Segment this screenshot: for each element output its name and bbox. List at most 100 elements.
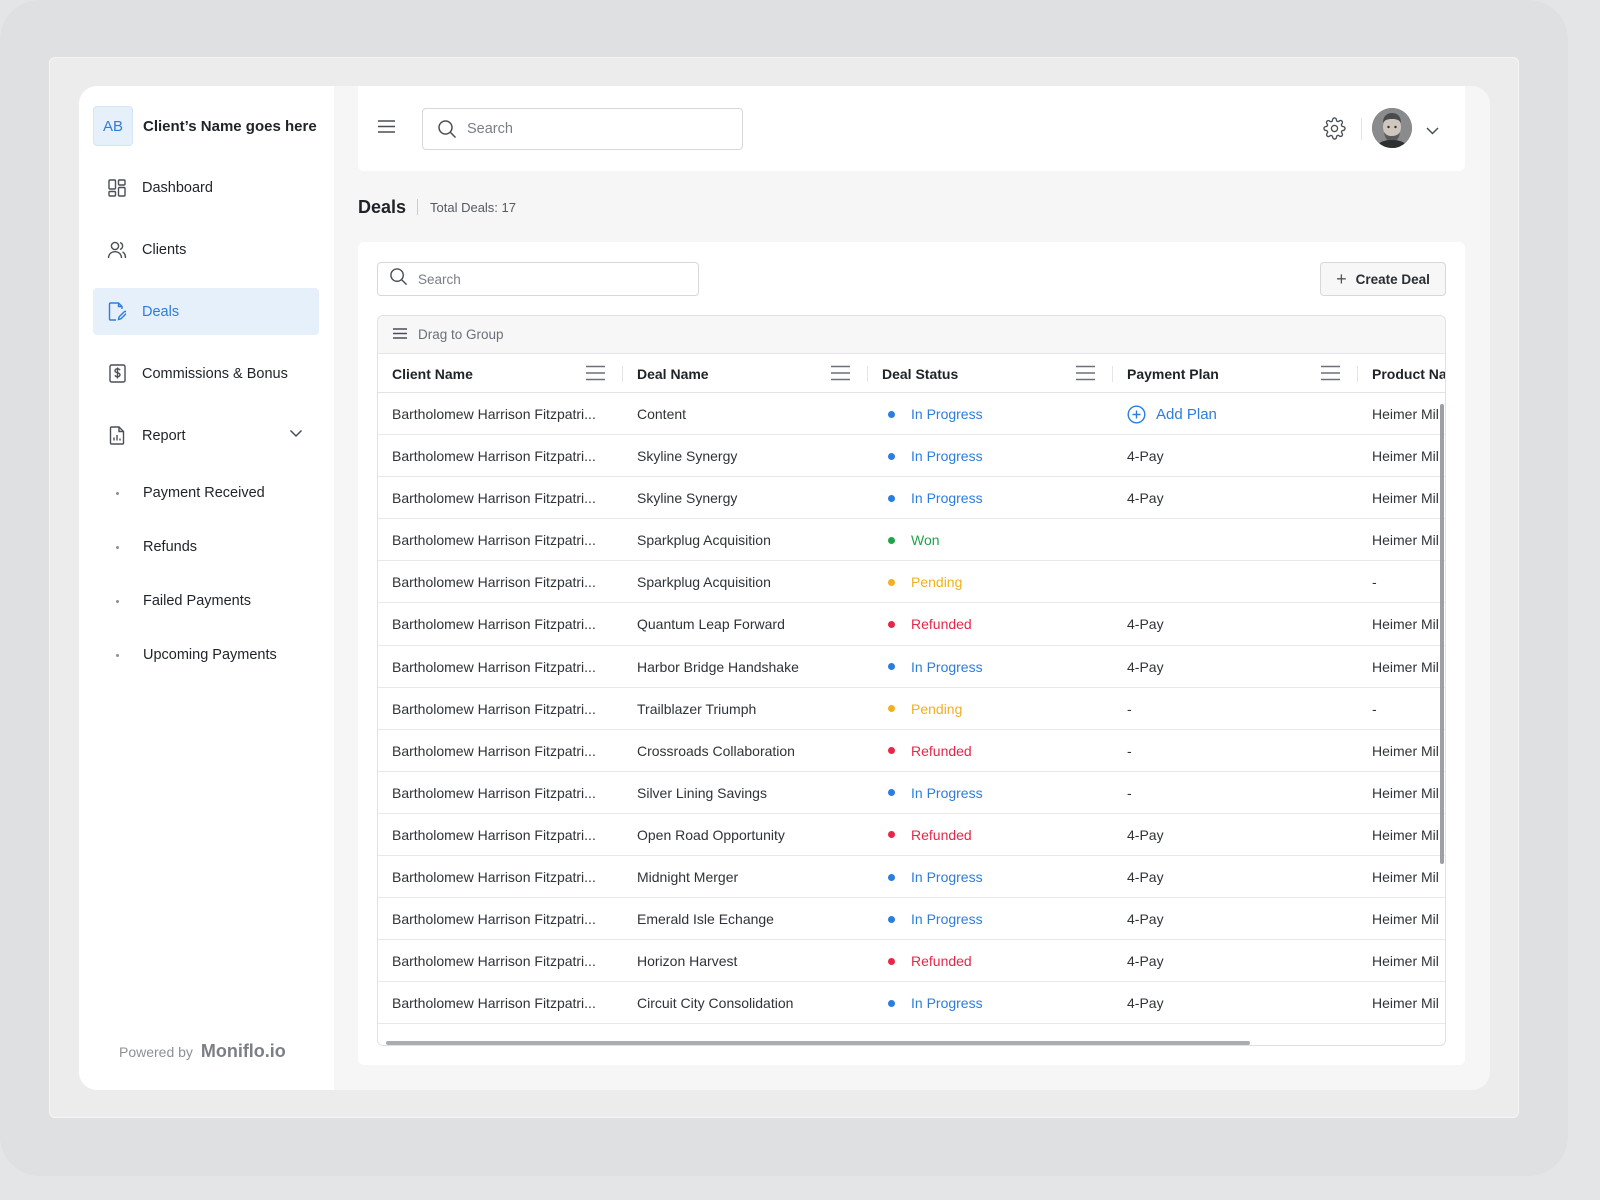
cell-deal-name: Trailblazer Triumph [637,700,757,717]
table-search[interactable] [377,262,699,296]
table-row[interactable]: Bartholomew Harrison Fitzpatri... Midnigh… [378,856,1445,899]
sidebar-subitem-upcoming-payments[interactable]: Upcoming Payments [93,640,319,670]
user-avatar[interactable] [1372,108,1412,148]
table-row[interactable]: Bartholomew Harrison Fitzpatri... Skyline… [378,477,1445,520]
table-row[interactable]: Bartholomew Harrison Fitzpatri... Harbor … [378,646,1445,688]
cell-client-name: Bartholomew Harrison Fitzpatri... [392,995,596,1012]
table-row[interactable]: Bartholomew Harrison Fitzpatri... Emerald… [378,898,1445,941]
cell-product-name: Heimer Mil [1372,826,1439,843]
column-menu-icon[interactable] [1321,365,1340,386]
divider [1361,118,1362,140]
cell-payment-plan: 4-Pay [1127,911,1164,928]
cell-deal-status: Won [882,519,1112,561]
table-row[interactable]: Bartholomew Harrison Fitzpatri... Silver … [378,772,1445,814]
sidebar-item-label: Dashboard [142,179,213,196]
column-header-client-name[interactable]: Client Name [392,354,473,393]
sidebar-subitem-payment-received[interactable]: Payment Received [93,478,319,508]
sidebar-subitem-label: Failed Payments [143,593,251,609]
sidebar-item-report[interactable]: Report [93,412,319,459]
create-deal-button[interactable]: + Create Deal [1320,262,1446,296]
sidebar-item-dashboard[interactable]: Dashboard [93,164,319,211]
column-header-deal-status[interactable]: Deal Status [882,354,958,393]
vertical-scrollbar[interactable] [1440,404,1444,864]
status-label: In Progress [911,490,983,507]
cell-deal-status: In Progress [882,393,1112,435]
status-label: In Progress [911,869,983,886]
cell-deal-status: In Progress [882,772,1112,814]
column-divider[interactable] [867,366,868,382]
report-icon [107,426,127,446]
global-search[interactable] [422,108,743,150]
table-row[interactable]: Bartholomew Harrison Fitzpatri... Sparkpl… [378,561,1445,604]
sidebar-item-label: Report [142,427,186,444]
client-brand[interactable]: AB Client’s Name goes here [93,106,321,146]
column-header-payment-plan[interactable]: Payment Plan [1127,354,1219,393]
table-row[interactable]: Bartholomew Harrison Fitzpatri... Circuit… [378,982,1445,1025]
cell-client-name: Bartholomew Harrison Fitzpatri... [392,532,596,549]
horizontal-scrollbar[interactable] [386,1041,1250,1045]
app-window: AB Client’s Name goes here Dashboard Cli… [79,86,1490,1090]
gear-icon[interactable] [1323,117,1346,145]
search-icon [389,267,408,291]
column-menu-icon[interactable] [831,365,850,386]
divider [417,199,418,215]
status-label: Pending [911,700,963,717]
cell-deal-name: Crossroads Collaboration [637,742,795,759]
table-row[interactable]: Bartholomew Harrison Fitzpatri... Skyline… [378,435,1445,478]
global-search-input[interactable] [467,121,707,137]
column-header-deal-name[interactable]: Deal Name [637,354,709,393]
sidebar-item-commissions[interactable]: Commissions & Bonus [93,350,319,397]
table-search-input[interactable] [418,271,658,287]
cell-payment-plan: 4-Pay [1127,869,1164,886]
table-row[interactable]: Bartholomew Harrison Fitzpatri... Horizon… [378,940,1445,983]
add-plan-button[interactable]: Add Plan [1127,404,1217,424]
sidebar-subitem-refunds[interactable]: Refunds [93,532,319,562]
cell-product-name: Heimer Mil [1372,448,1439,465]
cell-product-name: - [1372,700,1377,717]
column-divider[interactable] [1357,366,1358,382]
status-dot-icon [888,410,895,418]
group-icon [393,327,407,342]
sidebar-subitem-label: Upcoming Payments [143,647,277,663]
column-header-product-name[interactable]: Product Na [1372,354,1445,393]
sidebar-item-deals[interactable]: Deals [93,288,319,335]
table-row[interactable]: Bartholomew Harrison Fitzpatri... Sparkpl… [378,519,1445,562]
cell-payment-plan [1127,519,1357,561]
drag-to-group-bar[interactable]: Drag to Group [378,316,1445,354]
status-dot-icon [888,620,895,628]
top-bar [358,86,1465,171]
hamburger-menu-icon[interactable] [378,120,395,138]
column-menu-icon[interactable] [586,365,605,386]
status-dot-icon [888,915,895,923]
column-divider[interactable] [622,366,623,382]
cell-product-name: Heimer Mil [1372,658,1439,675]
powered-by: Powered by Moniflo.io [119,1041,286,1062]
cell-deal-name: Open Road Opportunity [637,826,785,843]
status-dot-icon [888,831,895,839]
cell-payment-plan: 4-Pay [1127,953,1164,970]
table-row[interactable]: Bartholomew Harrison Fitzpatri... Quantum… [378,603,1445,646]
chevron-down-icon[interactable] [1426,122,1439,140]
sidebar-item-clients[interactable]: Clients [93,226,319,273]
cell-product-name: Heimer Mil [1372,784,1439,801]
cell-deal-name: Silver Lining Savings [637,784,767,801]
column-menu-icon[interactable] [1076,365,1095,386]
cell-deal-status: Refunded [882,730,1112,772]
table-header: Client Name Deal Name Deal Status Paymen… [378,354,1445,393]
table-row[interactable]: Bartholomew Harrison Fitzpatri... Crossro… [378,730,1445,772]
moniflo-logo[interactable]: Moniflo.io [201,1041,286,1061]
plus-icon: + [1336,269,1347,289]
status-label: Pending [911,574,963,591]
table-row[interactable]: Bartholomew Harrison Fitzpatri... Open Ro… [378,814,1445,857]
sidebar-subitem-failed-payments[interactable]: Failed Payments [93,586,319,616]
cell-deal-status: Refunded [882,814,1112,856]
sidebar-item-label: Clients [142,241,187,258]
status-label: Refunded [911,953,972,970]
table-row[interactable]: Bartholomew Harrison Fitzpatri... Trailbl… [378,688,1445,730]
plus-circle-icon [1127,404,1146,424]
column-divider[interactable] [1112,366,1113,382]
add-plan-label: Add Plan [1156,405,1217,423]
table-row[interactable]: Bartholomew Harrison Fitzpatri... Content… [378,393,1445,436]
status-dot-icon [888,494,895,502]
cell-payment-plan: 4-Pay [1127,490,1164,507]
